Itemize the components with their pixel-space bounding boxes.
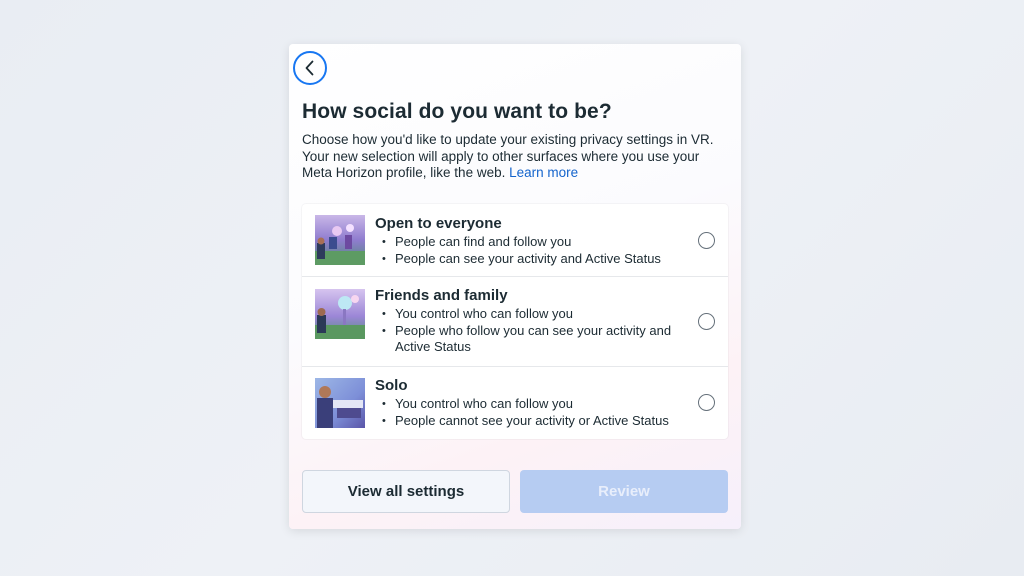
option-radio-open-to-everyone[interactable] (698, 232, 715, 249)
bullet-item: People can see your activity and Active … (375, 251, 675, 268)
option-title: Open to everyone (375, 215, 502, 232)
back-button[interactable] (293, 51, 327, 85)
bullet-item: People can find and follow you (375, 234, 675, 251)
option-open-to-everyone[interactable]: Open to everyone People can find and fol… (302, 204, 728, 277)
option-radio-friends-and-family[interactable] (698, 313, 715, 330)
option-title: Solo (375, 377, 408, 394)
option-friends-and-family[interactable]: Friends and family You control who can f… (302, 277, 728, 367)
privacy-dialog: How social do you want to be? Choose how… (289, 44, 741, 529)
option-radio-solo[interactable] (698, 394, 715, 411)
privacy-options-list: Open to everyone People can find and fol… (302, 204, 728, 439)
dialog-title: How social do you want to be? (302, 100, 612, 123)
option-bullets: You control who can follow you People wh… (375, 306, 675, 356)
dialog-description: Choose how you'd like to update your exi… (302, 132, 732, 182)
friends-and-family-thumbnail (315, 289, 365, 339)
option-title: Friends and family (375, 287, 508, 304)
review-button[interactable]: Review (520, 470, 728, 513)
bullet-item: People who follow you can see your activ… (375, 323, 675, 356)
option-bullets: People can find and follow you People ca… (375, 234, 675, 267)
option-bullets: You control who can follow you People ca… (375, 396, 675, 429)
view-all-settings-button[interactable]: View all settings (302, 470, 510, 513)
bullet-item: People cannot see your activity or Activ… (375, 413, 675, 430)
chevron-left-icon (305, 60, 314, 76)
learn-more-link[interactable]: Learn more (509, 165, 578, 180)
bullet-item: You control who can follow you (375, 306, 675, 323)
bullet-item: You control who can follow you (375, 396, 675, 413)
solo-thumbnail (315, 378, 365, 428)
description-text: Choose how you'd like to update your exi… (302, 132, 714, 181)
option-solo[interactable]: Solo You control who can follow you Peop… (302, 367, 728, 439)
open-to-everyone-thumbnail (315, 215, 365, 265)
